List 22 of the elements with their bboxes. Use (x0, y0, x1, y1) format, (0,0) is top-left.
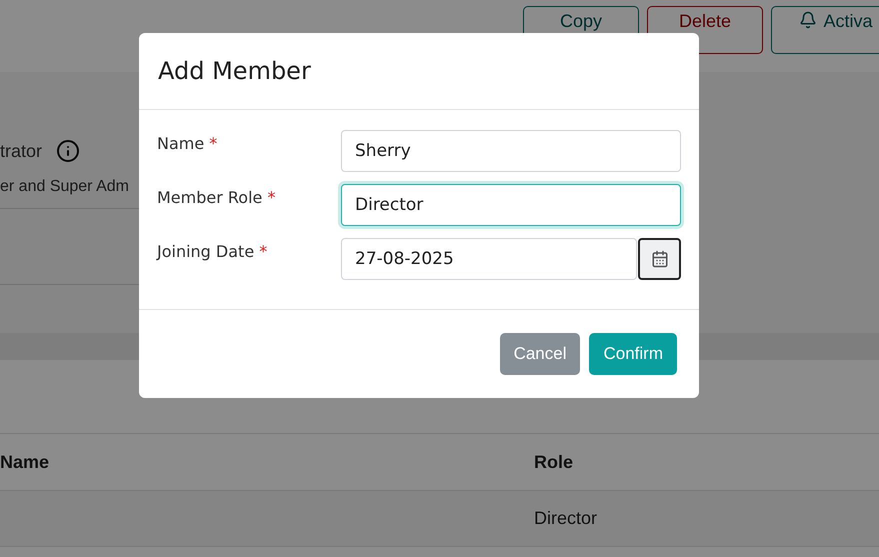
confirm-button[interactable]: Confirm (589, 333, 677, 375)
field-label: Member Role * (157, 187, 276, 209)
cancel-button[interactable]: Cancel (500, 333, 580, 375)
calendar-icon (650, 250, 669, 268)
required-mark: * (259, 242, 268, 261)
field-label: Joining Date * (157, 241, 268, 263)
info-label: trator (0, 140, 42, 162)
info-icon[interactable] (56, 139, 80, 163)
input-field[interactable]: Director (341, 184, 681, 226)
bell-icon (799, 11, 818, 29)
column-header: Role (534, 452, 574, 472)
field-label: Name * (157, 133, 218, 155)
bell-button[interactable]: Activa (771, 6, 879, 54)
info-text: er and Super Adm (0, 178, 129, 196)
column-header: Name (0, 452, 50, 472)
required-mark: * (209, 134, 218, 153)
table-cell-text: Director (534, 508, 598, 529)
calendar-button[interactable] (638, 238, 681, 280)
required-mark: * (267, 188, 276, 207)
date-field[interactable]: 27-08-2025 (341, 238, 638, 280)
dialog-title: Add Member (158, 57, 311, 85)
input-field[interactable]: Sherry (341, 130, 681, 172)
